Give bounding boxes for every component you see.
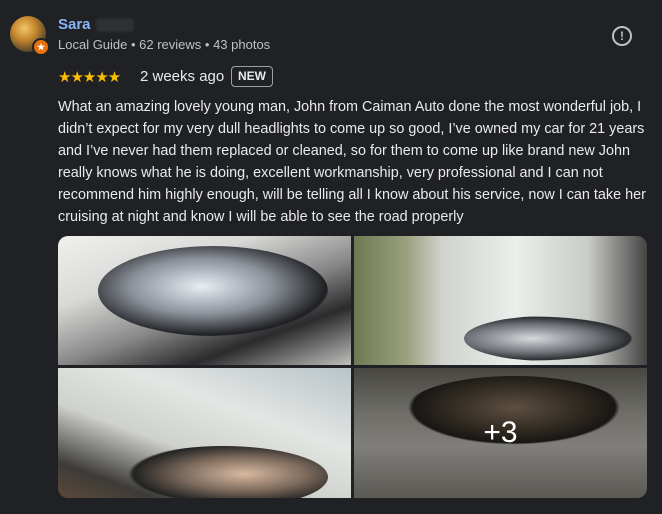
headlight-shape [118,446,328,498]
more-photos-overlay[interactable]: +3 [354,368,647,498]
avatar[interactable]: ★ [10,16,50,56]
review-photo-4[interactable]: +3 [354,368,647,498]
new-badge: NEW [231,66,273,87]
review-text: What an amazing lovely young man, John f… [58,99,646,225]
headlight-shape [98,246,328,336]
report-icon[interactable]: ! [612,26,632,46]
local-guide-badge-icon: ★ [32,38,50,56]
review-photo-2[interactable] [354,236,647,365]
review-date: 2 weeks ago [140,68,225,85]
photo-gallery: +3 [58,236,647,498]
more-photos-count: +3 [483,416,518,449]
reviewer-name[interactable]: Sara [58,16,91,33]
star-rating: ★★★★★ [58,69,121,86]
review-photo-3[interactable] [58,368,351,498]
headlight-shape [464,316,634,361]
review-photo-1[interactable] [58,236,351,365]
reviewer-meta[interactable]: Local Guide • 62 reviews • 43 photos [58,37,270,52]
reviewer-surname-blur [96,18,134,32]
